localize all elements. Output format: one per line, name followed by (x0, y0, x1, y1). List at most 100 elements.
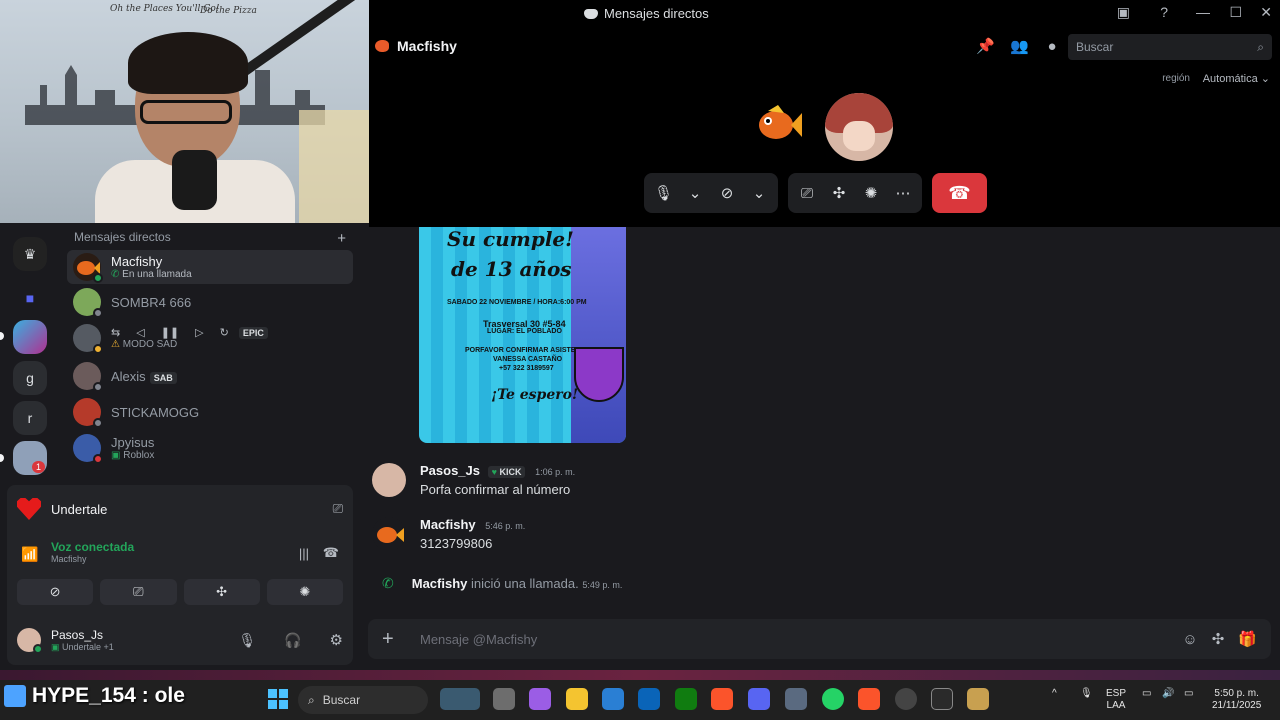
pin-icon[interactable]: 📌 (976, 39, 995, 55)
upload-plus-icon[interactable]: + (382, 628, 404, 651)
epic-games-icon[interactable] (931, 688, 953, 710)
new-dm-plus-icon[interactable]: + (337, 230, 346, 247)
settings-gear-icon[interactable]: ⚙ (330, 631, 343, 649)
widget-icon[interactable] (440, 688, 480, 710)
chevron-down-icon[interactable]: ⌄ (686, 184, 704, 202)
tray-chevron-icon[interactable]: ^ (1052, 688, 1057, 700)
activities-icon[interactable]: ✣ (830, 184, 848, 202)
glasses (140, 100, 232, 124)
language-indicator[interactable]: ESP LAA (1106, 688, 1126, 712)
message: Macfishy 5:46 p. m. 3123799806 (372, 517, 525, 551)
app-icon[interactable] (967, 688, 989, 710)
start-button[interactable] (268, 689, 288, 709)
xbox-icon[interactable] (675, 688, 697, 710)
outlook-icon[interactable] (638, 688, 660, 710)
microphone-icon[interactable]: 🎙 (654, 184, 673, 202)
microphone-icon[interactable]: 🎙 (1080, 688, 1093, 700)
server-guerrapyp[interactable]: ♛ (13, 237, 47, 271)
store-icon[interactable] (602, 688, 624, 710)
dm-item-macfishy[interactable]: Macfishy ✆ En una llamada (67, 250, 353, 284)
fish-avatar-icon (375, 40, 389, 52)
brave-icon[interactable] (711, 688, 733, 710)
brave-icon[interactable] (858, 688, 880, 710)
region-select[interactable]: Automática ⌄ (1203, 72, 1270, 85)
discord-icon (584, 8, 598, 19)
disconnect-button[interactable]: ☎ (932, 173, 987, 213)
camera-off-icon[interactable]: ⊘ (718, 184, 736, 202)
inbox-icon[interactable]: ▣ (1117, 4, 1130, 21)
call-user-name: Macfishy (397, 38, 457, 54)
previous-icon[interactable]: ◁ (136, 326, 144, 339)
stream-icon[interactable]: ⎚ (333, 501, 343, 517)
repeat-icon[interactable]: ↻ (220, 326, 229, 339)
search-input[interactable]: Buscar ⌕ (1068, 34, 1272, 60)
clock[interactable]: 5:50 p. m. 21/11/2025 (1212, 688, 1261, 712)
pause-icon[interactable]: ❚❚ (161, 326, 179, 339)
chat-area: Su cumple! de 13 años SABADO 22 NOVIEMBR… (360, 227, 1280, 670)
dm-item-sombr4[interactable]: SOMBR4 666 (67, 285, 353, 319)
soundboard-button[interactable]: ✺ (266, 579, 343, 605)
server-r[interactable]: r (13, 401, 47, 435)
whatsapp-icon[interactable] (822, 688, 844, 710)
screen: Oh the Places You'll Go! Do the Pizza Me… (0, 0, 1280, 720)
invitation-image[interactable]: Su cumple! de 13 años SABADO 22 NOVIEMBR… (419, 227, 626, 443)
avatar[interactable] (372, 517, 406, 551)
screen-share-icon[interactable]: ⎚ (798, 185, 816, 202)
network-icon[interactable]: ▭ (1142, 688, 1151, 700)
folder-icon[interactable]: ■ (13, 281, 47, 315)
apps-icon[interactable]: ✣ (1212, 630, 1225, 648)
add-friend-icon[interactable]: 👥 (1010, 39, 1029, 55)
activities-button[interactable]: ✣ (183, 579, 260, 605)
clan-tag: SAB (149, 371, 177, 384)
soundboard-icon[interactable]: ✺ (862, 184, 880, 202)
next-icon[interactable]: ▷ (195, 326, 203, 339)
profile-icon[interactable]: ● (1044, 39, 1060, 55)
taskbar-search[interactable]: ⌕ Buscar (298, 686, 428, 714)
message-author[interactable]: Macfishy (420, 517, 476, 532)
disconnect-icon[interactable]: ☎ (323, 545, 339, 561)
app-icon[interactable] (895, 688, 917, 710)
app-icon[interactable] (529, 688, 551, 710)
dm-item-alexis[interactable]: Alexis SAB (67, 359, 353, 393)
dm-header: Mensajes directos + (74, 230, 346, 247)
avatar[interactable] (372, 463, 406, 497)
maximize-button[interactable]: ☐ (1229, 4, 1242, 21)
discord-taskbar-icon[interactable] (748, 688, 770, 710)
more-icon[interactable]: ⋯ (894, 184, 912, 202)
message-input[interactable] (420, 631, 1169, 647)
shuffle-icon[interactable]: ⇆ (111, 326, 120, 339)
headphones-icon[interactable]: 🎧 (284, 632, 301, 649)
minimize-button[interactable]: — (1196, 4, 1210, 20)
share-screen-button[interactable]: ⎚ (100, 579, 177, 605)
dm-item-stickamogg[interactable]: STICKAMOGG (67, 395, 353, 429)
activity-game: Undertale ⎚ (17, 495, 343, 523)
hang-up-icon: ☎ (948, 182, 971, 203)
server-g[interactable]: g (13, 361, 47, 395)
server-art[interactable] (13, 320, 47, 354)
message-author[interactable]: Pasos_Js (420, 463, 480, 478)
settings-icon[interactable] (785, 688, 807, 710)
warning-icon: ⚠ (111, 339, 120, 350)
dm-item-media[interactable]: ⇆ ◁ ❚❚ ▷ ↻ EPIC ⚠ MODO SAD (67, 321, 353, 355)
voice-status: 📶 Voz conectada Macfishy ||| ☎ (21, 540, 339, 564)
pasos-avatar (825, 93, 893, 161)
microphone-icon[interactable]: 🎙 (238, 632, 256, 649)
volume-icon[interactable]: 🔊 (1162, 688, 1174, 700)
chevron-down-icon[interactable]: ⌄ (750, 184, 768, 202)
help-icon[interactable]: ? (1160, 4, 1168, 20)
battery-icon[interactable]: ▭ (1184, 688, 1193, 700)
microphone (172, 150, 217, 210)
file-explorer-icon[interactable] (566, 688, 588, 710)
gift-icon[interactable]: 🎁 (1238, 630, 1257, 648)
camera-button[interactable]: ⊘ (17, 579, 94, 605)
call-started-notice: ✆ Macfishy inició una llamada. 5:49 p. m… (382, 575, 623, 591)
unread-pip (0, 454, 4, 462)
dm-item-jpyisus[interactable]: Jpyisus ▣ Roblox (67, 431, 353, 465)
game-controller-icon: ▣ (111, 450, 121, 461)
kick-logo-icon (4, 685, 26, 707)
avatar[interactable] (17, 628, 43, 654)
noise-suppression-icon[interactable]: ||| (299, 546, 309, 561)
close-button[interactable]: ✕ (1260, 4, 1272, 21)
task-view-icon[interactable] (493, 688, 515, 710)
emoji-icon[interactable]: ☺ (1182, 631, 1197, 648)
